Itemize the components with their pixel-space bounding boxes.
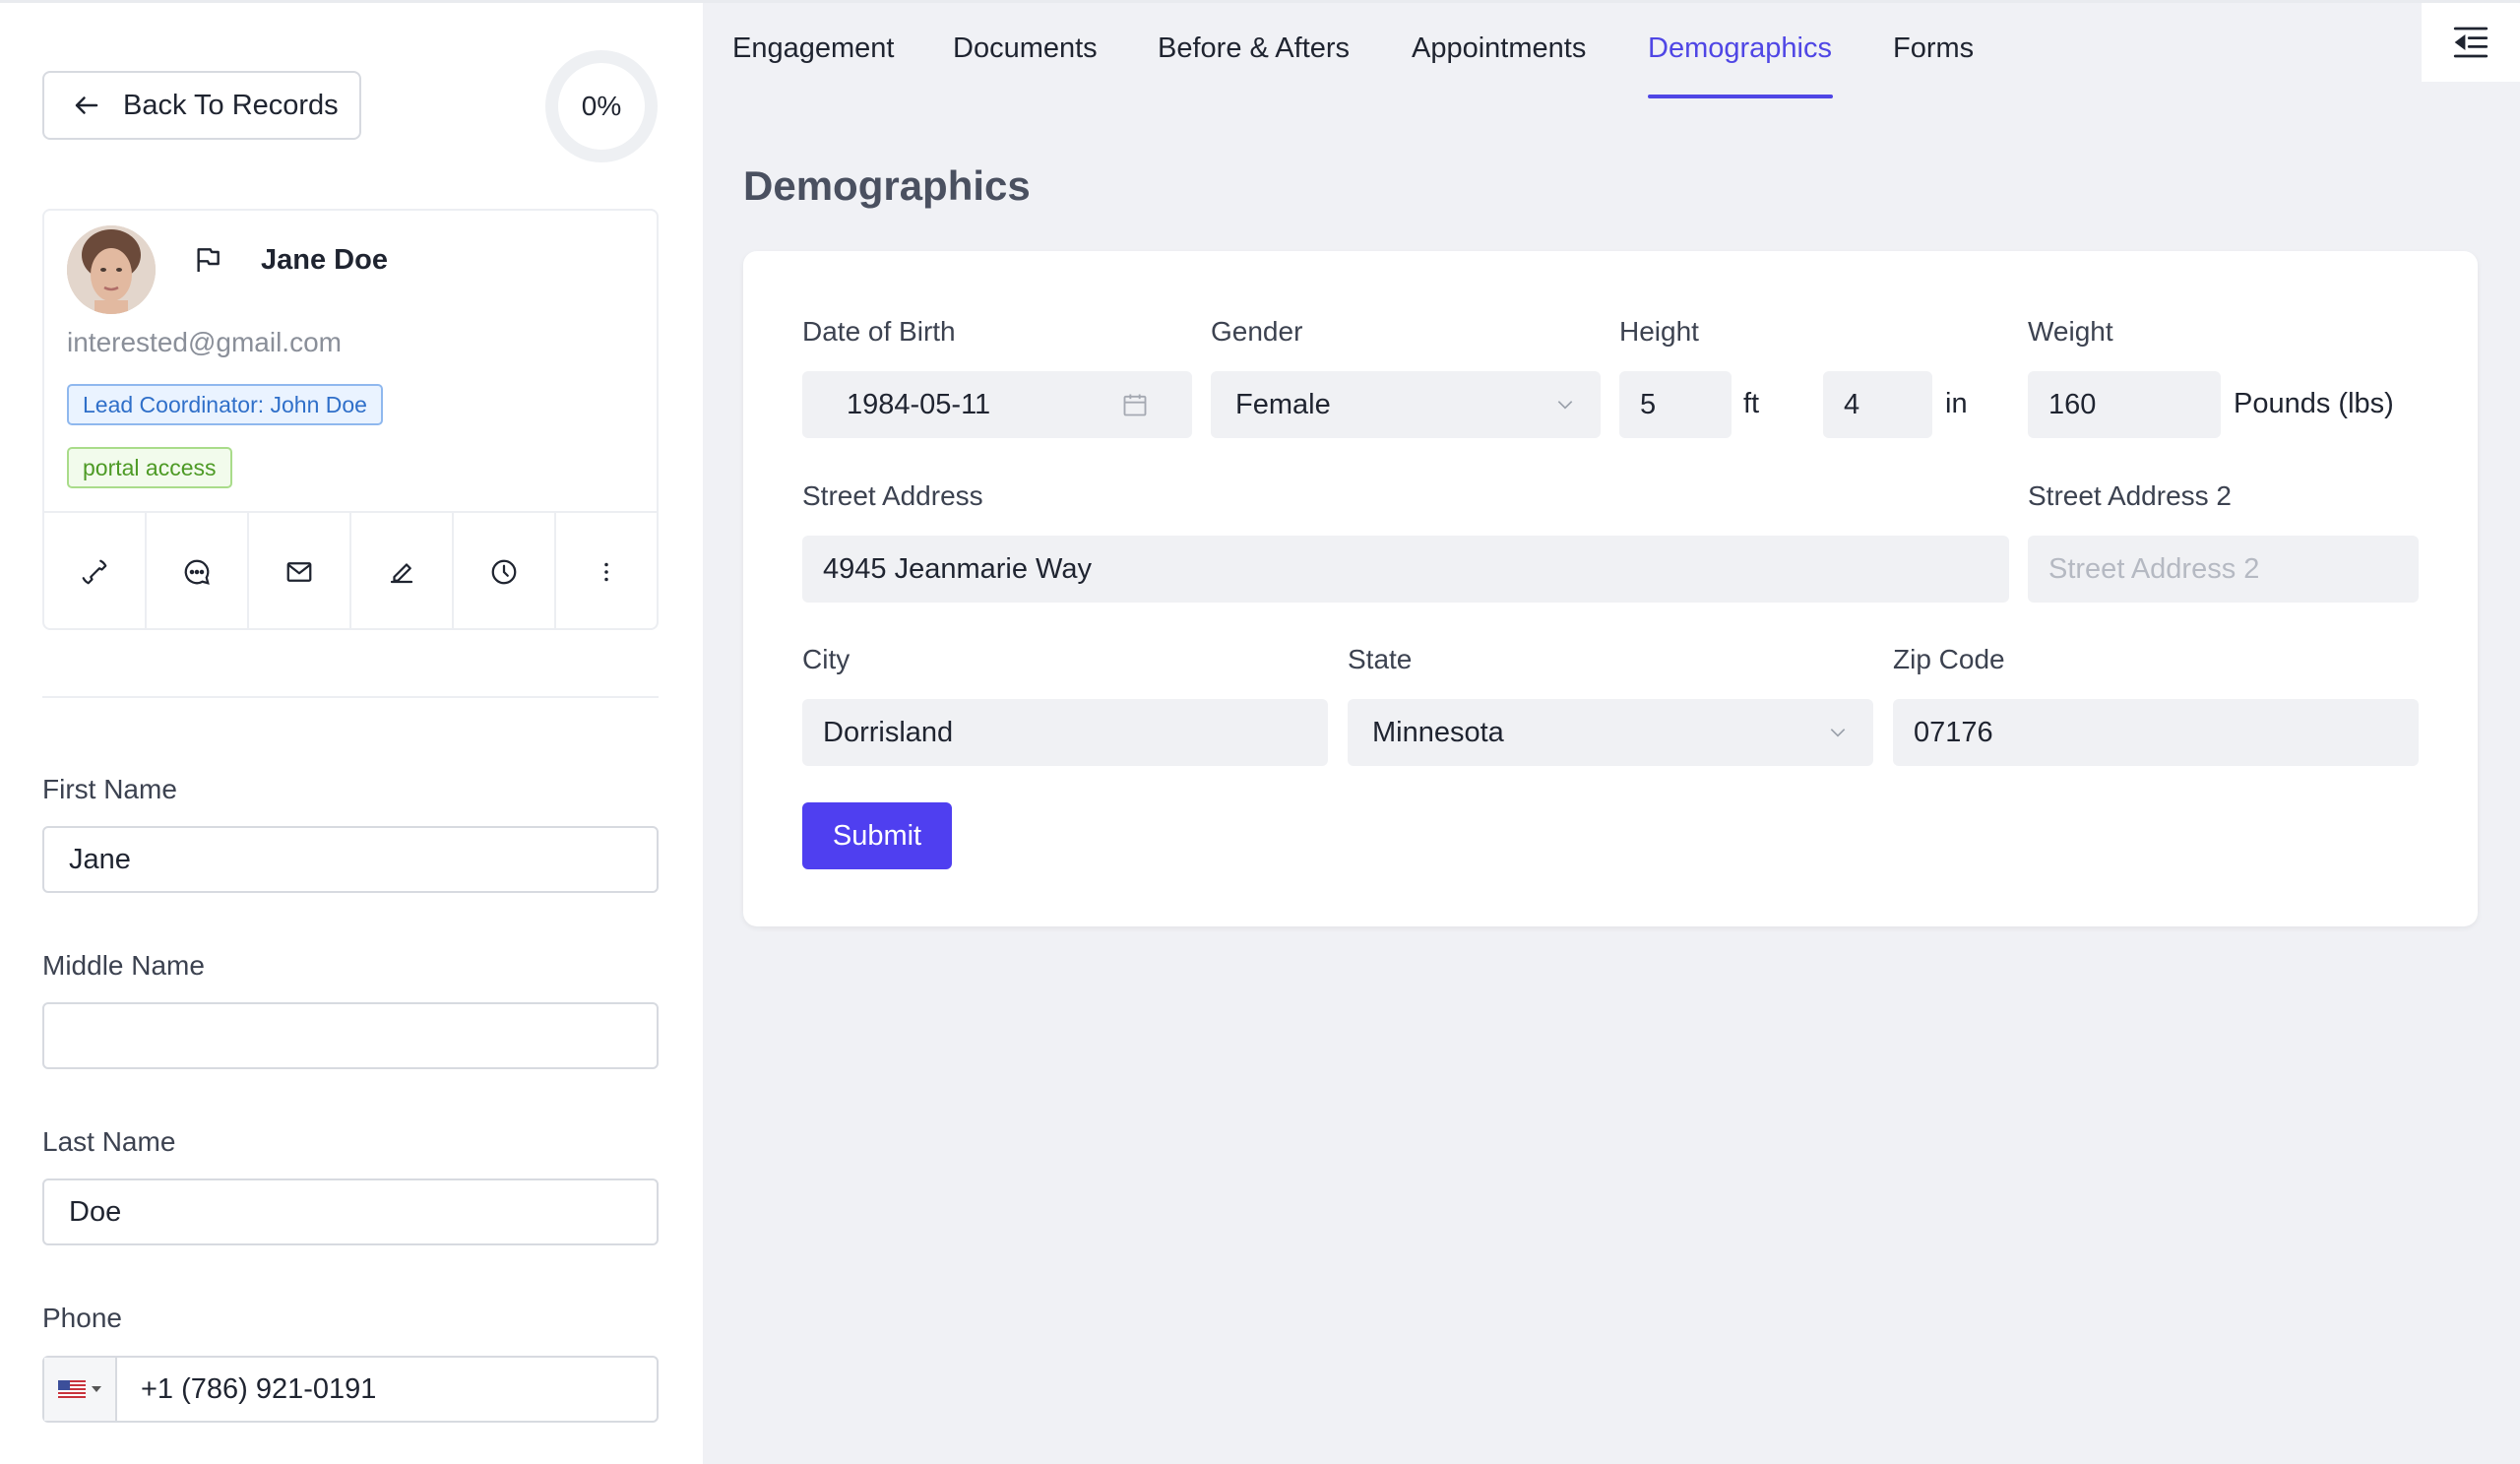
height-label: Height — [1619, 316, 1699, 347]
demographics-form: Date of Birth 1984-05-11 Gender Female H… — [743, 251, 2478, 926]
menu-collapse-icon — [2453, 27, 2488, 58]
toggle-menu-button[interactable] — [2422, 3, 2520, 82]
state-label: State — [1348, 644, 1413, 674]
gender-select[interactable]: Female — [1211, 371, 1601, 438]
phone-field — [42, 1356, 659, 1423]
state-select[interactable]: Minnesota — [1348, 699, 1873, 766]
back-to-records-button[interactable]: Back To Records — [42, 71, 361, 140]
street-address-2-label: Street Address 2 — [2028, 480, 2233, 511]
message-action-button[interactable] — [147, 513, 249, 630]
call-action-button[interactable] — [44, 513, 147, 630]
us-flag-icon — [58, 1380, 86, 1398]
city-label: City — [802, 644, 850, 674]
gender-label: Gender — [1211, 316, 1303, 347]
more-vertical-icon — [604, 562, 608, 581]
profile-card: Jane Doe interested@gmail.com Lead Coord… — [42, 209, 659, 630]
last-name-label: Last Name — [42, 1126, 176, 1157]
profile-progress-ring: 0% — [545, 50, 658, 162]
weight-input[interactable] — [2028, 371, 2221, 438]
tab-forms[interactable]: Forms — [1893, 32, 1974, 65]
caret-down-icon — [92, 1386, 101, 1392]
phone-label: Phone — [42, 1303, 122, 1333]
clock-icon — [491, 559, 517, 584]
middle-name-label: Middle Name — [42, 950, 205, 981]
weight-unit: Pounds (lbs) — [2234, 388, 2394, 419]
lead-coordinator-tag: Lead Coordinator: John Doe — [67, 384, 383, 425]
submit-button[interactable]: Submit — [802, 802, 952, 869]
state-value: Minnesota — [1372, 716, 1504, 748]
main-content: Engagement Documents Before & Afters App… — [703, 3, 2520, 1464]
chevron-down-icon — [1830, 729, 1846, 737]
active-tab-indicator — [1648, 95, 1833, 98]
zip-code-input[interactable] — [1893, 699, 2419, 766]
profile-email: interested@gmail.com — [67, 327, 342, 357]
height-inches-unit: in — [1945, 388, 1968, 419]
street-address-2-input[interactable] — [2028, 536, 2419, 603]
tab-documents[interactable]: Documents — [953, 32, 1098, 65]
height-feet-unit: ft — [1743, 388, 1760, 419]
dob-value: 1984-05-11 — [847, 388, 991, 420]
weight-label: Weight — [2028, 316, 2113, 347]
arrow-left-icon — [75, 96, 98, 114]
dob-label: Date of Birth — [802, 316, 956, 347]
page-title: Demographics — [743, 162, 1031, 209]
zip-code-label: Zip Code — [1893, 644, 2005, 674]
middle-name-input[interactable] — [42, 1002, 659, 1069]
height-inches-input[interactable] — [1823, 371, 1932, 438]
progress-label: 0% — [581, 91, 622, 121]
back-to-records-label: Back To Records — [123, 89, 339, 121]
history-action-button[interactable] — [454, 513, 556, 630]
profile-actions — [44, 513, 657, 630]
more-action-button[interactable] — [556, 513, 657, 630]
chevron-down-icon — [1557, 401, 1573, 410]
mail-icon — [286, 561, 312, 582]
email-action-button[interactable] — [249, 513, 351, 630]
tab-appointments[interactable]: Appointments — [1412, 32, 1586, 65]
chat-icon — [184, 559, 210, 585]
phone-input[interactable] — [117, 1358, 657, 1421]
first-name-input[interactable] — [42, 826, 659, 893]
tab-before-afters[interactable]: Before & Afters — [1158, 32, 1350, 65]
section-divider — [42, 696, 659, 698]
phone-icon — [82, 559, 107, 584]
gender-value: Female — [1235, 388, 1331, 420]
street-address-label: Street Address — [802, 480, 983, 511]
street-address-input[interactable] — [802, 536, 2009, 603]
profile-name: Jane Doe — [261, 244, 388, 276]
first-name-label: First Name — [42, 774, 177, 804]
tab-engagement[interactable]: Engagement — [732, 32, 894, 65]
city-input[interactable] — [802, 699, 1328, 766]
avatar[interactable] — [67, 225, 156, 314]
calendar-icon — [1123, 394, 1147, 416]
height-feet-input[interactable] — [1619, 371, 1732, 438]
country-select[interactable] — [44, 1358, 117, 1421]
dob-datepicker[interactable]: 1984-05-11 — [802, 371, 1192, 438]
portal-access-tag: portal access — [67, 447, 232, 488]
avatar-portrait — [67, 225, 156, 314]
edit-icon — [390, 562, 413, 583]
edit-action-button[interactable] — [351, 513, 454, 630]
tab-demographics[interactable]: Demographics — [1648, 32, 1832, 65]
last-name-input[interactable] — [42, 1178, 659, 1245]
record-sidebar: Back To Records 0% Jane Doe interested@g… — [0, 3, 703, 1464]
flag-icon[interactable] — [192, 244, 223, 276]
